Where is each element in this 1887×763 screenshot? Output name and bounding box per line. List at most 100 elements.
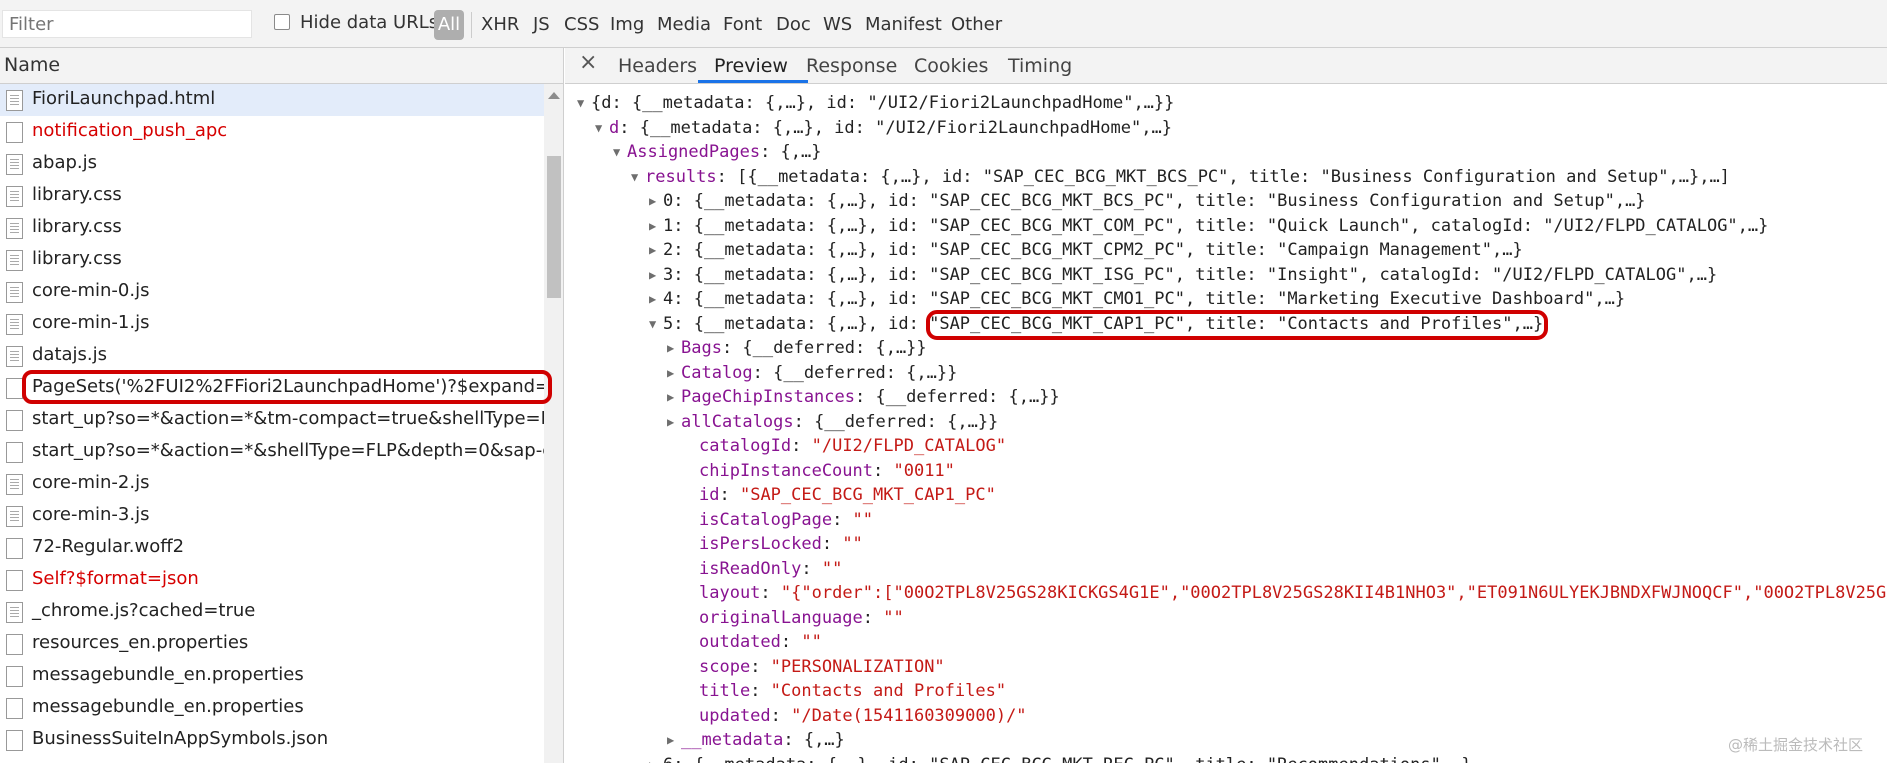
json-text: :: [791, 436, 812, 456]
request-row[interactable]: abap.js: [0, 148, 544, 180]
request-row[interactable]: start_up?so=*&action=*&shellType=FLP&dep…: [0, 436, 544, 468]
json-line[interactable]: ▶ allCatalogs: {__deferred: {,…}}: [667, 411, 998, 433]
request-row[interactable]: messagebundle_en.properties: [0, 692, 544, 724]
request-name: core-min-3.js: [32, 504, 150, 525]
type-filter-img[interactable]: Img: [610, 14, 644, 35]
request-row[interactable]: datajs.js: [0, 340, 544, 372]
json-line[interactable]: ▼ 5: {__metadata: {,…}, id: "SAP_CEC_BCG_…: [649, 313, 1543, 335]
expand-arrow-icon[interactable]: ▼: [595, 117, 609, 139]
scrollbar-thumb[interactable]: [547, 156, 561, 298]
json-line[interactable]: ▶ Catalog: {__deferred: {,…}}: [667, 362, 957, 384]
json-line[interactable]: ▶ 4: {__metadata: {,…}, id: "SAP_CEC_BCG_…: [649, 288, 1625, 310]
request-name: BusinessSuiteInAppSymbols.json: [32, 728, 329, 749]
hide-data-urls-checkbox[interactable]: [274, 14, 290, 30]
name-column-header[interactable]: Name: [0, 48, 563, 84]
type-filter-js[interactable]: JS: [533, 14, 550, 35]
type-filter-media[interactable]: Media: [657, 14, 711, 35]
tab-response[interactable]: Response: [806, 55, 897, 77]
file-icon: [6, 186, 23, 207]
file-icon: [6, 218, 23, 239]
request-row[interactable]: _chrome.js?cached=true: [0, 596, 544, 628]
expand-arrow-icon[interactable]: ▼: [649, 313, 663, 335]
request-row[interactable]: 72-Regular.woff2: [0, 532, 544, 564]
json-line[interactable]: ▼ AssignedPages: {,…}: [613, 141, 821, 163]
request-row[interactable]: library.css: [0, 212, 544, 244]
request-row[interactable]: messagebundle_en.properties: [0, 660, 544, 692]
type-filter-manifest[interactable]: Manifest: [865, 14, 942, 35]
scroll-up-arrow-icon[interactable]: [548, 92, 560, 99]
close-detail-icon[interactable]: ×: [579, 50, 597, 75]
json-line[interactable]: ▼ d: {__metadata: {,…}, id: "/UI2/Fiori2L…: [595, 117, 1172, 139]
json-line[interactable]: ▶ Bags: {__deferred: {,…}}: [667, 337, 927, 359]
json-line[interactable]: ▶ 2: {__metadata: {,…}, id: "SAP_CEC_BCG_…: [649, 239, 1523, 261]
expand-arrow-icon[interactable]: ▼: [631, 166, 645, 188]
type-filter-css[interactable]: CSS: [564, 14, 599, 35]
collapse-arrow-icon[interactable]: ▶: [667, 729, 681, 751]
request-row[interactable]: PageSets('%2FUI2%2FFiori2LaunchpadHome')…: [0, 372, 544, 404]
json-string-value: "": [801, 632, 822, 652]
type-filter-font[interactable]: Font: [723, 14, 762, 35]
json-line[interactable]: ▼ results: [{__metadata: {,…}, id: "SAP_C…: [631, 166, 1730, 188]
request-row[interactable]: Self?$format=json: [0, 564, 544, 596]
json-line[interactable]: ▼ {d: {__metadata: {,…}, id: "/UI2/Fiori2…: [577, 92, 1174, 114]
json-string-value: "": [842, 534, 863, 554]
request-row[interactable]: notification_push_apc: [0, 116, 544, 148]
request-list-scrollbar[interactable]: [544, 84, 563, 763]
json-text: : [{__metadata: {,…}, id: "SAP_CEC_BCG_M…: [716, 166, 1730, 187]
json-string-value: "0011": [893, 460, 955, 481]
request-name: Self?$format=json: [32, 568, 199, 589]
tab-timing[interactable]: Timing: [1008, 55, 1072, 77]
collapse-arrow-icon[interactable]: ▶: [667, 411, 681, 433]
collapse-arrow-icon[interactable]: ▶: [649, 288, 663, 310]
json-line[interactable]: ▶ PageChipInstances: {__deferred: {,…}}: [667, 386, 1060, 408]
json-line[interactable]: ▶ 3: {__metadata: {,…}, id: "SAP_CEC_BCG_…: [649, 264, 1717, 286]
collapse-arrow-icon[interactable]: ▶: [667, 386, 681, 408]
json-line: isCatalogPage: "": [685, 509, 873, 531]
request-row[interactable]: core-min-2.js: [0, 468, 544, 500]
json-string-value: "": [852, 509, 874, 530]
json-line[interactable]: ▶ 0: {__metadata: {,…}, id: "SAP_CEC_BCG_…: [649, 190, 1646, 212]
request-row[interactable]: start_up?so=*&action=*&tm-compact=true&s…: [0, 404, 544, 436]
request-row[interactable]: library.css: [0, 180, 544, 212]
request-row[interactable]: core-min-0.js: [0, 276, 544, 308]
file-icon: [6, 634, 23, 655]
request-row[interactable]: core-min-1.js: [0, 308, 544, 340]
request-name: core-min-0.js: [32, 280, 150, 301]
json-line[interactable]: ▶6: {__metadata: {,…}, id: "SAP_CEC_BCG_…: [649, 754, 1472, 763]
file-icon: [6, 250, 23, 271]
type-filter-ws[interactable]: WS: [823, 14, 852, 35]
json-key: layout: [699, 583, 761, 603]
tab-cookies[interactable]: Cookies: [914, 55, 988, 77]
json-key: title: [699, 681, 751, 701]
type-filter-doc[interactable]: Doc: [776, 14, 811, 35]
collapse-arrow-icon[interactable]: ▶: [667, 362, 681, 384]
json-line[interactable]: ▶ 1: {__metadata: {,…}, id: "SAP_CEC_BCG_…: [649, 215, 1768, 237]
request-row[interactable]: library.css: [0, 244, 544, 276]
type-filter-other[interactable]: Other: [951, 14, 1002, 35]
json-line: id: "SAP_CEC_BCG_MKT_CAP1_PC": [685, 484, 996, 506]
collapse-arrow-icon[interactable]: ▶: [649, 239, 663, 261]
filter-input[interactable]: [2, 10, 252, 38]
request-row[interactable]: FioriLaunchpad.html: [0, 84, 544, 116]
tab-preview[interactable]: Preview: [714, 55, 788, 77]
json-text: :: [801, 558, 822, 579]
expand-arrow-icon[interactable]: ▼: [577, 92, 591, 114]
collapse-arrow-icon[interactable]: ▶: [649, 264, 663, 286]
collapse-arrow-icon[interactable]: ▶: [649, 754, 663, 763]
json-text: {d: {__metadata: {,…}, id: "/UI2/Fiori2L…: [591, 93, 1175, 113]
file-icon: [6, 666, 23, 687]
request-name: notification_push_apc: [32, 120, 228, 141]
type-filter-all[interactable]: All: [434, 10, 464, 40]
expand-arrow-icon[interactable]: ▼: [613, 141, 627, 163]
collapse-arrow-icon[interactable]: ▶: [649, 215, 663, 237]
collapse-arrow-icon[interactable]: ▶: [667, 337, 681, 359]
json-string-value: "{"order":["00O2TPL8V25GS28KICKGS4G1E","…: [780, 583, 1887, 603]
type-filter-xhr[interactable]: XHR: [481, 14, 519, 35]
request-row[interactable]: core-min-3.js: [0, 500, 544, 532]
tab-headers[interactable]: Headers: [618, 55, 697, 77]
file-icon: [6, 538, 23, 559]
collapse-arrow-icon[interactable]: ▶: [649, 190, 663, 212]
request-row[interactable]: resources_en.properties: [0, 628, 544, 660]
request-row[interactable]: BusinessSuiteInAppSymbols.json: [0, 724, 544, 756]
json-line[interactable]: ▶ __metadata: {,…}: [667, 729, 845, 751]
